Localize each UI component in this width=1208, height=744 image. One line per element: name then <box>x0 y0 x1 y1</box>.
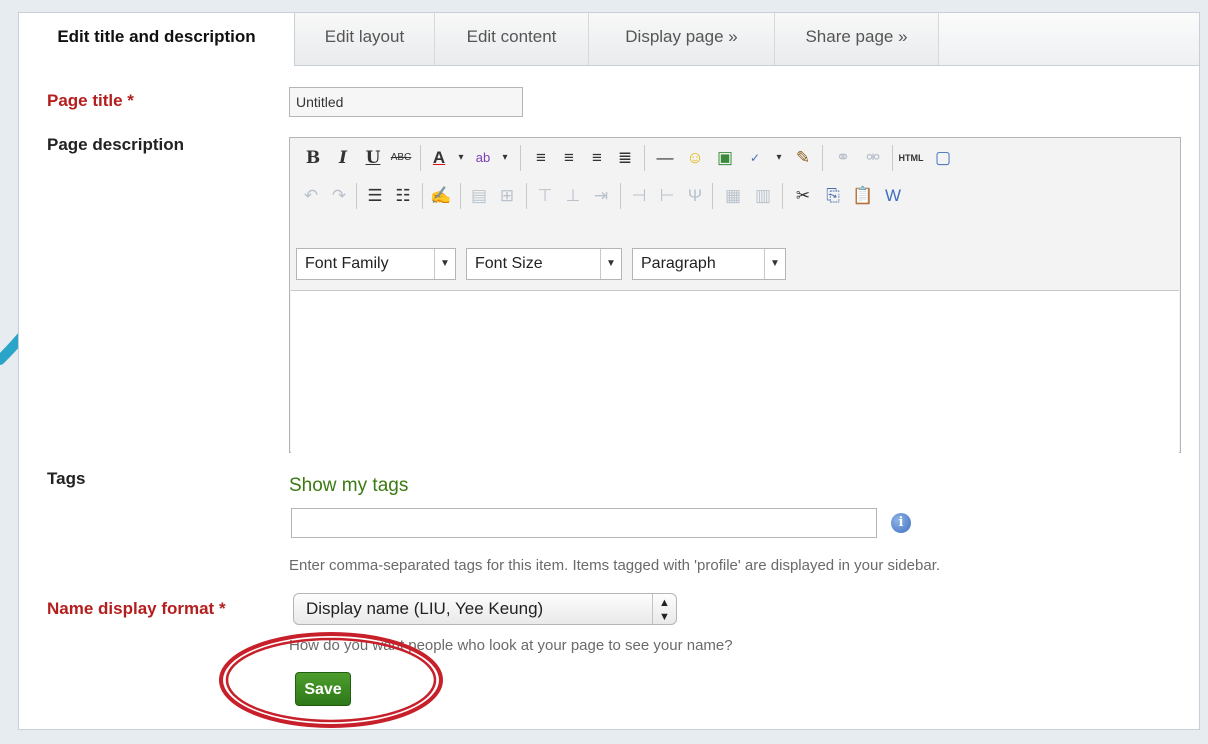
chevron-down-icon: ▼ <box>434 249 455 279</box>
format-value: Paragraph <box>641 255 716 272</box>
unlink-icon[interactable]: ⚮ <box>860 145 886 171</box>
editor-toolbar-row-1: B I U ABC A ▾ ab ▾ ≡ ≡ ≡ ≣ — ☺ ▣ ✓ ▾ ✎ ⚭… <box>290 138 1180 178</box>
row-before-icon[interactable]: ⊤ <box>532 183 558 209</box>
spellcheck-icon[interactable]: ✓ <box>742 145 768 171</box>
italic-icon[interactable]: I <box>330 145 356 171</box>
highlight-dropdown-icon[interactable]: ▾ <box>492 145 518 171</box>
emoticon-icon[interactable]: ☺ <box>682 145 708 171</box>
row-after-icon[interactable]: ⊥ <box>560 183 586 209</box>
tab-bar: Edit title and description Edit layout E… <box>19 13 1199 66</box>
bold-icon[interactable]: B <box>300 145 326 171</box>
table-icon[interactable]: ▤ <box>466 183 492 209</box>
merge-cells-icon[interactable]: ▥ <box>750 183 776 209</box>
font-family-select[interactable]: Font Family ▼ <box>296 248 456 280</box>
copy-icon[interactable]: ⎘ <box>820 183 846 209</box>
chevron-down-icon: ▼ <box>764 249 785 279</box>
name-format-hint: How do you want people who look at your … <box>289 637 733 654</box>
bullet-list-icon[interactable]: ☰ <box>362 183 388 209</box>
tab-share-page[interactable]: Share page » <box>775 13 939 65</box>
page-editor-panel: Edit title and description Edit layout E… <box>18 12 1200 730</box>
align-right-icon[interactable]: ≡ <box>584 145 610 171</box>
paste-icon[interactable]: 📋 <box>850 183 876 209</box>
cleanup-icon[interactable]: ✎ <box>790 145 816 171</box>
font-size-select[interactable]: Font Size ▼ <box>466 248 622 280</box>
page-title-input[interactable] <box>289 87 523 117</box>
html-source-icon[interactable]: HTML <box>898 145 924 171</box>
tab-edit-content[interactable]: Edit content <box>435 13 589 65</box>
name-format-label: Name display format * <box>47 599 226 618</box>
name-format-value: Display name (LIU, Yee Keung) <box>306 599 544 618</box>
col-after-icon[interactable]: ⊢ <box>654 183 680 209</box>
page-title-label: Page title * <box>47 91 134 110</box>
page-description-label: Page description <box>47 135 184 154</box>
info-icon[interactable]: i <box>891 513 911 533</box>
paste-word-icon[interactable]: W <box>880 183 906 209</box>
delete-col-icon[interactable]: Ψ <box>682 183 708 209</box>
tags-input[interactable] <box>291 508 877 538</box>
edit-icon[interactable]: ✍ <box>428 183 454 209</box>
font-size-value: Font Size <box>475 255 543 272</box>
editor-content-area[interactable] <box>291 290 1179 453</box>
link-icon[interactable]: ⚭ <box>830 145 856 171</box>
horizontal-rule-icon[interactable]: — <box>652 145 678 171</box>
format-select[interactable]: Paragraph ▼ <box>632 248 786 280</box>
numbered-list-icon[interactable]: ☷ <box>390 183 416 209</box>
show-my-tags-link[interactable]: Show my tags <box>289 475 408 497</box>
editor-toolbar-row-2: ↶ ↷ ☰ ☷ ✍ ▤ ⊞ ⊤ ⊥ ⇥ ⊣ ⊢ Ψ ▦ ▥ ✂ ⎘ 📋 W <box>290 176 1180 216</box>
col-before-icon[interactable]: ⊣ <box>626 183 652 209</box>
tags-hint: Enter comma-separated tags for this item… <box>289 557 941 574</box>
justify-icon[interactable]: ≣ <box>612 145 638 171</box>
tab-edit-layout[interactable]: Edit layout <box>295 13 435 65</box>
tags-label: Tags <box>47 469 86 488</box>
redo-icon[interactable]: ↷ <box>326 183 352 209</box>
delete-row-icon[interactable]: ⇥ <box>588 183 614 209</box>
undo-icon[interactable]: ↶ <box>298 183 324 209</box>
cut-icon[interactable]: ✂ <box>790 183 816 209</box>
align-center-icon[interactable]: ≡ <box>556 145 582 171</box>
tab-display-page[interactable]: Display page » <box>589 13 775 65</box>
tab-edit-title[interactable]: Edit title and description <box>19 13 295 66</box>
updown-arrows-icon: ▲ ▼ <box>652 594 676 624</box>
font-family-value: Font Family <box>305 255 389 272</box>
strikethrough-icon[interactable]: ABC <box>388 145 414 171</box>
spellcheck-dropdown-icon[interactable]: ▾ <box>766 145 792 171</box>
name-format-select[interactable]: Display name (LIU, Yee Keung) ▲ ▼ <box>293 593 677 625</box>
align-left-icon[interactable]: ≡ <box>528 145 554 171</box>
image-icon[interactable]: ▣ <box>712 145 738 171</box>
save-button[interactable]: Save <box>295 672 351 706</box>
table-merge-icon[interactable]: ⊞ <box>494 183 520 209</box>
chevron-down-icon: ▼ <box>600 249 621 279</box>
rich-text-editor: B I U ABC A ▾ ab ▾ ≡ ≡ ≡ ≣ — ☺ ▣ ✓ ▾ ✎ ⚭… <box>289 137 1181 453</box>
split-cells-icon[interactable]: ▦ <box>720 183 746 209</box>
fullscreen-icon[interactable]: ▢ <box>930 145 956 171</box>
underline-icon[interactable]: U <box>360 145 386 171</box>
